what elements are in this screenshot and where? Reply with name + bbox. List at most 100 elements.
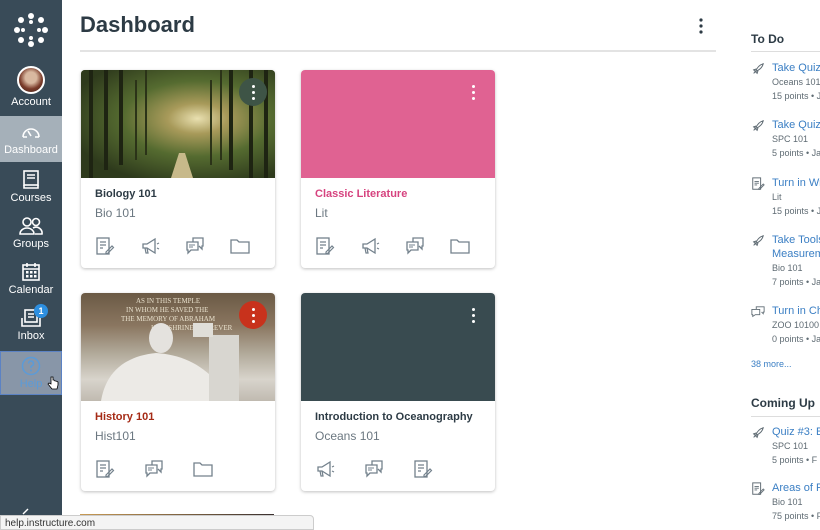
course-card-color-block[interactable] <box>301 293 495 401</box>
todo-item-title[interactable]: Take Tools <box>772 233 820 247</box>
nav-calendar[interactable]: Calendar <box>0 262 62 302</box>
coming-up-item-course: SPC 101 <box>772 441 809 451</box>
nav-inbox-label: Inbox <box>17 330 45 342</box>
course-card-history[interactable]: AS IN THIS TEMPLE IN WHOM HE SAVED THE THE… <box>81 293 275 491</box>
todo-more-link[interactable]: 38 more... <box>751 359 792 369</box>
course-card-oceanography[interactable]: Introduction to Oceanography Oceans 101 <box>301 293 495 491</box>
canvas-logo-icon[interactable] <box>13 12 49 48</box>
assignments-icon[interactable] <box>315 236 360 256</box>
assignments-icon[interactable] <box>95 459 144 479</box>
nav-help-label: Help <box>19 378 43 390</box>
course-code: Oceans 101 <box>315 429 380 443</box>
nav-groups-label: Groups <box>12 238 50 250</box>
discussions-icon[interactable] <box>144 459 193 479</box>
card-options-button[interactable] <box>239 78 267 106</box>
assignments-icon[interactable] <box>413 459 462 479</box>
todo-item-title-line2[interactable]: Measurem <box>772 247 820 261</box>
assignments-icon[interactable] <box>95 236 140 256</box>
course-card-biology[interactable]: Biology 101 Bio 101 <box>81 70 275 268</box>
todo-item-course: SPC 101 <box>772 134 809 144</box>
dashboard-options-icon[interactable] <box>696 16 706 36</box>
course-code: Bio 101 <box>95 206 136 220</box>
course-card-image-forest[interactable] <box>81 70 275 178</box>
todo-item[interactable]: Take Quiz SPC 101 5 points • Ja <box>751 118 820 160</box>
todo-item-title[interactable]: Turn in Wr <box>772 176 820 190</box>
coming-up-divider <box>751 416 820 417</box>
todo-item-meta: 0 points • Ja <box>772 334 820 344</box>
coming-up-item[interactable]: Quiz #3: E SPC 101 5 points • F <box>751 425 820 467</box>
todo-item-title[interactable]: Turn in Cha <box>772 304 820 318</box>
rocket-icon <box>751 62 765 76</box>
course-title[interactable]: Introduction to Oceanography <box>315 411 495 425</box>
rocket-icon <box>751 119 765 133</box>
nav-account[interactable]: Account <box>0 66 62 114</box>
discussions-icon[interactable] <box>405 236 450 256</box>
todo-heading: To Do <box>751 32 785 46</box>
course-code: Lit <box>315 206 328 220</box>
todo-divider <box>751 51 820 52</box>
page-title: Dashboard <box>80 12 195 37</box>
courses-icon <box>23 170 39 189</box>
nav-dashboard[interactable]: Dashboard <box>0 116 62 162</box>
rocket-icon <box>751 426 765 440</box>
card-options-button[interactable] <box>239 301 267 329</box>
inbox-unread-badge: 1 <box>34 304 48 318</box>
svg-text:IN WHOM HE SAVED THE: IN WHOM HE SAVED THE <box>126 306 208 314</box>
files-icon[interactable] <box>230 236 275 256</box>
course-title[interactable]: Classic Literature <box>315 188 495 202</box>
todo-item[interactable]: Turn in Cha ZOO 10100 0 points • Ja <box>751 304 820 346</box>
nav-help[interactable]: Help <box>0 351 62 395</box>
card-options-button[interactable] <box>459 301 487 329</box>
todo-item-meta: 5 points • Ja <box>772 148 820 158</box>
todo-item-meta: 15 points • J <box>772 206 820 216</box>
global-navigation: Account Dashboard Courses Groups Calenda… <box>0 0 62 530</box>
coming-up-item-title[interactable]: Areas of R <box>772 481 820 495</box>
nav-courses-label: Courses <box>10 192 52 204</box>
todo-item-meta: 7 points • Ja <box>772 277 820 287</box>
coming-up-item-meta: 5 points • F <box>772 455 818 465</box>
browser-status-bar: help.instructure.com <box>0 515 314 530</box>
course-card-classic-literature[interactable]: Classic Literature Lit <box>301 70 495 268</box>
todo-item-title[interactable]: Take Quiz <box>772 61 820 75</box>
todo-item-title[interactable]: Take Quiz <box>772 118 820 132</box>
course-code: Hist101 <box>95 429 136 443</box>
announcements-icon[interactable] <box>360 236 405 256</box>
coming-up-item[interactable]: Areas of R Bio 101 75 points • F <box>751 481 820 523</box>
nav-courses[interactable]: Courses <box>0 170 62 210</box>
course-card-image-lincoln[interactable]: AS IN THIS TEMPLE IN WHOM HE SAVED THE THE… <box>81 293 275 401</box>
announcements-icon[interactable] <box>140 236 185 256</box>
nav-dashboard-label: Dashboard <box>4 144 58 156</box>
course-title[interactable]: Biology 101 <box>95 188 275 202</box>
nav-calendar-label: Calendar <box>8 284 54 296</box>
discussions-icon[interactable] <box>185 236 230 256</box>
coming-up-item-meta: 75 points • F <box>772 511 820 521</box>
announcements-icon[interactable] <box>315 459 364 479</box>
groups-icon <box>19 217 43 235</box>
card-options-button[interactable] <box>459 78 487 106</box>
discussions-icon[interactable] <box>364 459 413 479</box>
nav-account-label: Account <box>11 96 51 108</box>
todo-item[interactable]: Take Quiz Oceans 101 15 points • J <box>751 61 820 103</box>
todo-item[interactable]: Turn in Wr Lit 15 points • J <box>751 176 820 218</box>
course-title[interactable]: History 101 <box>95 411 275 425</box>
discussion-icon <box>751 305 765 319</box>
help-icon <box>21 356 41 376</box>
todo-item-course: Lit <box>772 192 782 202</box>
todo-item-meta: 15 points • J <box>772 91 820 101</box>
coming-up-item-title[interactable]: Quiz #3: E <box>772 425 820 439</box>
assignment-icon <box>751 177 765 191</box>
title-divider <box>80 50 716 52</box>
nav-inbox[interactable]: 1 Inbox <box>0 304 62 348</box>
files-icon[interactable] <box>193 459 242 479</box>
svg-text:THE MEMORY OF ABRAHAM: THE MEMORY OF ABRAHAM <box>121 315 216 323</box>
todo-item-course: Bio 101 <box>772 263 803 273</box>
svg-text:AS IN THIS TEMPLE: AS IN THIS TEMPLE <box>136 297 200 305</box>
coming-up-heading: Coming Up <box>751 396 815 410</box>
files-icon[interactable] <box>450 236 495 256</box>
rocket-icon <box>751 234 765 248</box>
dashboard-icon <box>22 128 40 138</box>
todo-item[interactable]: Take Tools Measurem Bio 101 7 points • J… <box>751 233 820 289</box>
nav-groups[interactable]: Groups <box>0 216 62 256</box>
hand-cursor-icon <box>47 376 59 390</box>
course-card-color-block[interactable] <box>301 70 495 178</box>
